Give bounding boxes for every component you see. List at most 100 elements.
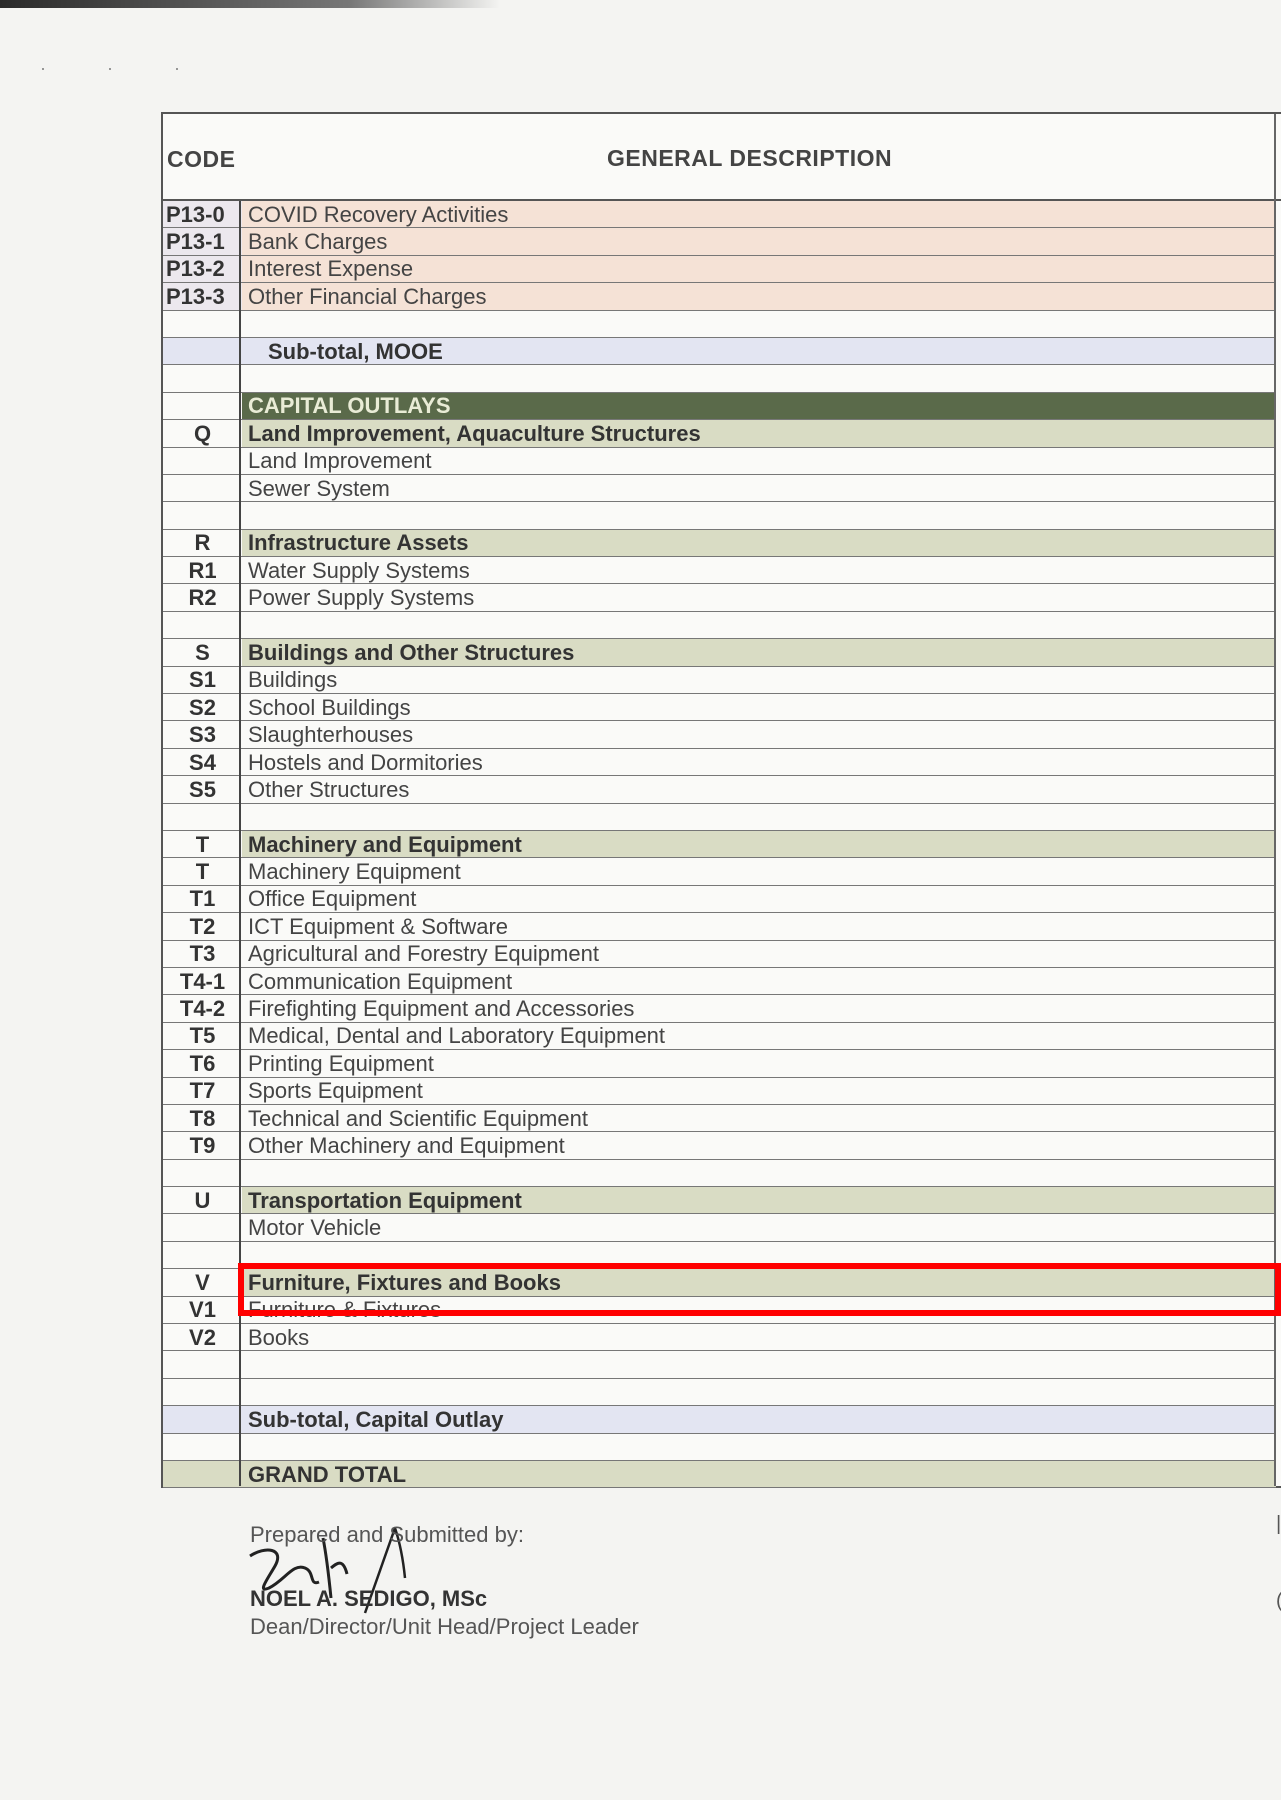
description-cell — [242, 310, 1276, 338]
table-row: T2 ICT Equipment & Software — [163, 912, 1276, 941]
description-cell: Infrastructure Assets — [242, 529, 1276, 558]
table-row: P13-1 Bank Charges — [163, 227, 1276, 256]
table-row: S1 Buildings — [163, 666, 1276, 695]
code-cell — [163, 1405, 242, 1434]
description-cell: Machinery and Equipment — [242, 830, 1276, 859]
code-cell — [163, 474, 242, 503]
code-cell: S1 — [163, 666, 242, 695]
table-row: V2 Books — [163, 1323, 1276, 1352]
scan-specks: · · · — [40, 58, 208, 78]
prepared-by-label: Prepared and Submitted by: — [250, 1522, 524, 1547]
code-cell: R2 — [163, 583, 242, 612]
table-row: Sewer System — [163, 474, 1276, 503]
description-cell: Sports Equipment — [242, 1077, 1276, 1105]
table-row: Sub-total, MOOE — [163, 337, 1276, 366]
table-row: R1 Water Supply Systems — [163, 556, 1276, 585]
table-row: T1 Office Equipment — [163, 885, 1276, 914]
blank-row — [163, 803, 1276, 831]
description-cell: Buildings — [242, 666, 1276, 695]
description-cell: Land Improvement, Aquaculture Structures — [242, 419, 1276, 448]
table-row: Sub-total, Capital Outlay — [163, 1405, 1276, 1434]
category-row: S Buildings and Other Structures — [163, 638, 1276, 667]
description-cell: Firefighting Equipment and Accessories — [242, 994, 1276, 1023]
table-row: T6 Printing Equipment — [163, 1049, 1276, 1078]
code-cell: T3 — [163, 940, 242, 968]
table-row: P13-0 COVID Recovery Activities — [163, 201, 1276, 229]
code-cell — [163, 337, 242, 366]
code-cell — [163, 1159, 242, 1188]
description-cell: GRAND TOTAL — [242, 1460, 1276, 1489]
table-row: P13-3 Other Financial Charges — [163, 282, 1276, 311]
code-cell: T1 — [163, 885, 242, 914]
code-cell: S4 — [163, 748, 242, 777]
description-cell: Hostels and Dormitories — [242, 748, 1276, 777]
table-row: S5 Other Structures — [163, 775, 1276, 804]
description-cell: Office Equipment — [242, 885, 1276, 914]
description-cell: Land Improvement — [242, 447, 1276, 475]
code-cell: Q — [163, 419, 242, 448]
description-cell — [242, 611, 1276, 640]
blank-row — [163, 1378, 1276, 1407]
code-cell: S5 — [163, 775, 242, 804]
description-cell — [242, 1350, 1276, 1379]
code-cell: V — [163, 1268, 242, 1297]
description-cell: CAPITAL OUTLAYS — [242, 392, 1276, 421]
code-cell: R — [163, 529, 242, 558]
description-cell — [242, 364, 1276, 393]
code-cell — [163, 392, 242, 421]
table-row: T Machinery Equipment — [163, 857, 1276, 886]
code-cell: R1 — [163, 556, 242, 585]
description-cell: Sub-total, Capital Outlay — [242, 1405, 1276, 1434]
code-cell: U — [163, 1186, 242, 1215]
code-cell: T2 — [163, 912, 242, 941]
description-cell: Interest Expense — [242, 255, 1276, 284]
table-row: CAPITAL OUTLAYS — [163, 392, 1276, 421]
category-row: R Infrastructure Assets — [163, 529, 1276, 558]
description-cell: Other Machinery and Equipment — [242, 1131, 1276, 1160]
description-cell: Technical and Scientific Equipment — [242, 1104, 1276, 1133]
signatory-name: NOEL A. SEDIGO, MSc — [250, 1586, 488, 1611]
code-cell: V2 — [163, 1323, 242, 1352]
description-cell: Power Supply Systems — [242, 583, 1276, 612]
blank-row — [163, 364, 1276, 393]
code-cell — [163, 310, 242, 338]
table-row: T4-2 Firefighting Equipment and Accessori… — [163, 994, 1276, 1023]
table-row: T9 Other Machinery and Equipment — [163, 1131, 1276, 1160]
description-cell: Medical, Dental and Laboratory Equipment — [242, 1022, 1276, 1051]
description-cell: Sub-total, MOOE — [242, 337, 1276, 366]
description-cell: Transportation Equipment — [242, 1186, 1276, 1215]
scan-edge — [0, 0, 500, 8]
code-cell: T — [163, 830, 242, 859]
table-header: CODE GENERAL DESCRIPTION — [163, 114, 1281, 201]
red-highlight-box — [238, 1263, 1281, 1316]
description-cell — [242, 1378, 1276, 1407]
code-cell — [163, 1460, 242, 1489]
code-cell: T5 — [163, 1022, 242, 1051]
description-cell: Communication Equipment — [242, 967, 1276, 996]
table-row: P13-2 Interest Expense — [163, 255, 1276, 284]
table-row: T4-1 Communication Equipment — [163, 967, 1276, 996]
description-cell: Sewer System — [242, 474, 1276, 503]
code-cell: T — [163, 857, 242, 886]
description-cell: Motor Vehicle — [242, 1213, 1276, 1242]
signatory-role: Dean/Director/Unit Head/Project Leader — [250, 1614, 639, 1639]
code-cell — [163, 1350, 242, 1379]
code-cell — [163, 364, 242, 393]
code-cell — [163, 611, 242, 640]
table-row: GRAND TOTAL — [163, 1460, 1276, 1489]
code-cell: T4-2 — [163, 994, 242, 1023]
blank-row — [163, 310, 1276, 338]
code-cell: P13-2 — [163, 255, 242, 284]
blank-row — [163, 611, 1276, 640]
code-cell: S2 — [163, 693, 242, 722]
code-cell — [163, 1378, 242, 1407]
category-row: T Machinery and Equipment — [163, 830, 1276, 859]
description-cell: Other Financial Charges — [242, 282, 1276, 311]
edge-mark: | — [1276, 1513, 1281, 1535]
code-cell: S — [163, 638, 242, 667]
code-cell: V1 — [163, 1296, 242, 1325]
category-row: Q Land Improvement, Aquaculture Structure… — [163, 419, 1276, 448]
table-row: Motor Vehicle — [163, 1213, 1276, 1242]
code-cell: T9 — [163, 1131, 242, 1160]
description-cell: Water Supply Systems — [242, 556, 1276, 585]
